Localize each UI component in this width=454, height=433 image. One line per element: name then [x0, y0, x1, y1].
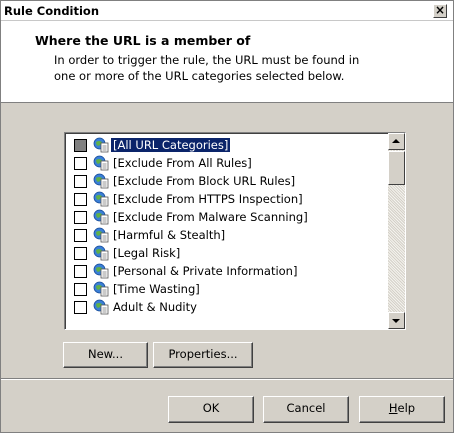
- url-category-icon: [93, 245, 109, 261]
- category-checkbox[interactable]: [74, 175, 87, 188]
- category-label: [Time Wasting]: [113, 282, 200, 296]
- category-label: [Legal Risk]: [113, 246, 181, 260]
- url-categories-list[interactable]: [All URL Categories] [Exclude From All Ru…: [64, 132, 406, 330]
- list-item[interactable]: [Time Wasting]: [65, 280, 387, 298]
- new-button[interactable]: New...: [63, 342, 148, 368]
- scroll-up-button[interactable]: [388, 133, 405, 150]
- category-checkbox[interactable]: [74, 157, 87, 170]
- list-item[interactable]: [Exclude From All Rules]: [65, 154, 387, 172]
- ok-button[interactable]: OK: [168, 396, 254, 423]
- help-button[interactable]: Help: [359, 396, 445, 423]
- list-item[interactable]: [Exclude From HTTPS Inspection]: [65, 190, 387, 208]
- header-description-line-2: one or more of the URL categories select…: [54, 69, 345, 83]
- list-item[interactable]: [All URL Categories]: [65, 136, 387, 154]
- url-category-icon: [93, 227, 109, 243]
- category-checkbox[interactable]: [74, 211, 87, 224]
- header-title: Where the URL is a member of: [35, 33, 251, 48]
- list-item[interactable]: [Exclude From Block URL Rules]: [65, 172, 387, 190]
- url-category-icon: [93, 263, 109, 279]
- arrow-down-icon: [392, 319, 400, 323]
- close-button[interactable]: ×: [433, 4, 447, 18]
- cancel-button[interactable]: Cancel: [263, 396, 349, 423]
- list-item[interactable]: [Exclude From Malware Scanning]: [65, 208, 387, 226]
- scroll-down-button[interactable]: [388, 312, 405, 329]
- category-label: [Exclude From All Rules]: [113, 156, 252, 170]
- scroll-thumb[interactable]: [388, 151, 405, 185]
- list-item[interactable]: Adult & Nudity: [65, 298, 387, 316]
- category-label: Adult & Nudity: [113, 300, 197, 314]
- list-item[interactable]: [Harmful & Stealth]: [65, 226, 387, 244]
- dialog-header: Where the URL is a member of In order to…: [1, 21, 453, 103]
- category-checkbox[interactable]: [74, 229, 87, 242]
- url-categories-items: [All URL Categories] [Exclude From All Ru…: [65, 136, 387, 316]
- category-checkbox[interactable]: [74, 283, 87, 296]
- arrow-up-icon: [392, 139, 400, 143]
- category-label: [Exclude From Block URL Rules]: [113, 174, 296, 188]
- url-category-icon: [93, 191, 109, 207]
- list-item[interactable]: [Legal Risk]: [65, 244, 387, 262]
- header-description: In order to trigger the rule, the URL mu…: [54, 52, 434, 84]
- category-label: [Personal & Private Information]: [113, 264, 298, 278]
- url-category-icon: [93, 299, 109, 315]
- category-checkbox[interactable]: [74, 265, 87, 278]
- title-bar: Rule Condition ×: [1, 1, 453, 21]
- category-checkbox[interactable]: [74, 193, 87, 206]
- category-checkbox[interactable]: [74, 247, 87, 260]
- dialog-title: Rule Condition: [4, 4, 100, 18]
- category-label: [Exclude From HTTPS Inspection]: [113, 192, 303, 206]
- rule-condition-dialog: Rule Condition × Where the URL is a memb…: [0, 0, 454, 433]
- properties-button[interactable]: Properties...: [153, 342, 253, 368]
- list-item[interactable]: [Personal & Private Information]: [65, 262, 387, 280]
- help-label-rest: elp: [397, 401, 416, 415]
- help-mnemonic: H: [388, 401, 398, 415]
- category-checkbox[interactable]: [74, 301, 87, 314]
- url-category-icon: [93, 209, 109, 225]
- footer-separator: [1, 378, 453, 380]
- category-checkbox[interactable]: [74, 139, 87, 152]
- category-label: [Harmful & Stealth]: [113, 228, 226, 242]
- vertical-scrollbar[interactable]: [388, 133, 405, 329]
- category-label: [Exclude From Malware Scanning]: [113, 210, 308, 224]
- url-category-icon: [93, 155, 109, 171]
- url-category-icon: [93, 137, 109, 153]
- category-label: [All URL Categories]: [111, 138, 231, 152]
- url-category-icon: [93, 173, 109, 189]
- url-category-icon: [93, 281, 109, 297]
- close-icon: ×: [434, 3, 446, 17]
- header-description-line-1: In order to trigger the rule, the URL mu…: [54, 53, 360, 67]
